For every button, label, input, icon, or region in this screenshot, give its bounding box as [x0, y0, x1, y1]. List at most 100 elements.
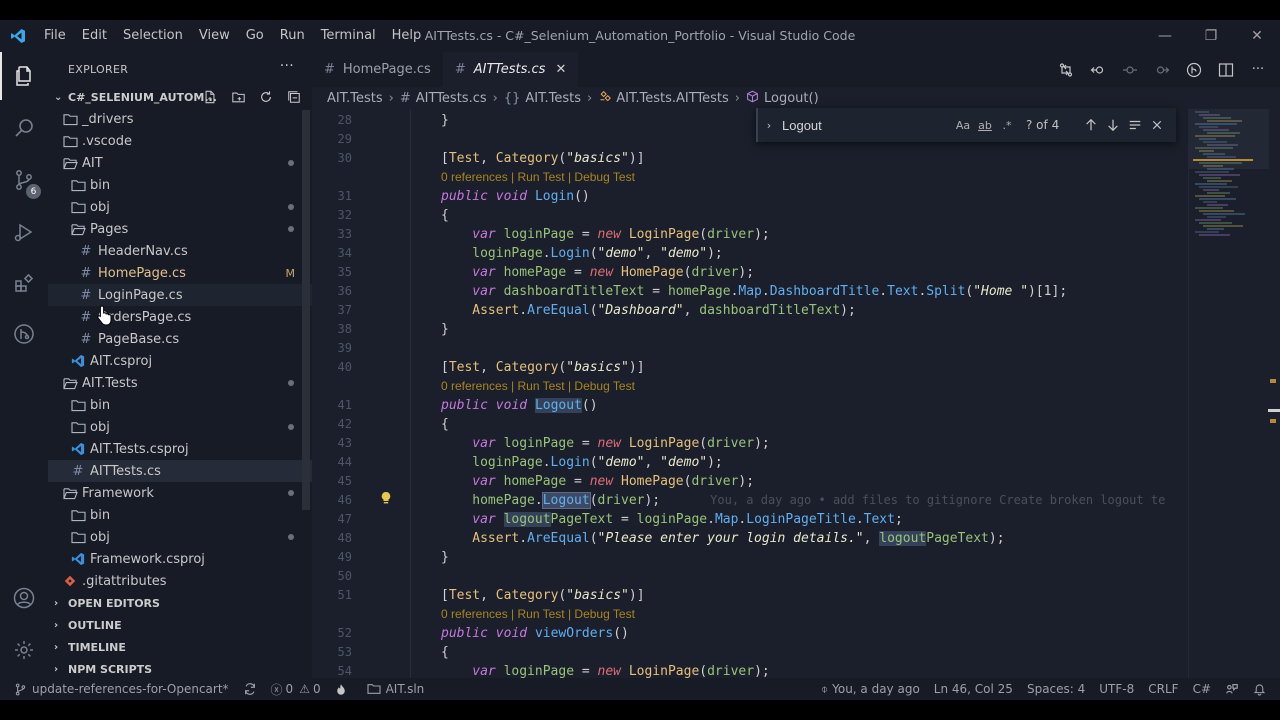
find-input[interactable]	[780, 113, 952, 137]
menu-file[interactable]: File	[36, 20, 74, 52]
go-forward-change-icon[interactable]	[1152, 60, 1172, 80]
use-regex-button[interactable]: .*	[996, 115, 1018, 135]
section-open-editors[interactable]: › OPEN EDITORS	[48, 592, 312, 614]
language-mode[interactable]: C#	[1186, 678, 1218, 700]
section-outline[interactable]: › OUTLINE	[48, 614, 312, 636]
menu-help[interactable]: Help	[384, 20, 430, 52]
restore-button[interactable]: ❐	[1188, 20, 1234, 52]
tree-item[interactable]: # PageBase.cs	[48, 328, 312, 350]
run-debug-icon[interactable]	[0, 208, 48, 256]
explorer-icon[interactable]	[0, 52, 48, 100]
toggle-blame-icon[interactable]	[1184, 60, 1204, 80]
editor-scrollbar[interactable]	[1268, 109, 1280, 678]
tree-item[interactable]: AIT	[48, 152, 312, 174]
branch-indicator[interactable]: update-references-for-Opencart*	[0, 678, 236, 700]
close-window-button[interactable]: ✕	[1234, 20, 1280, 52]
breadcrumb-method[interactable]: Logout()	[764, 91, 819, 106]
compare-changes-icon[interactable]	[1056, 60, 1076, 80]
tab-aittests-cs[interactable]: # AITTests.cs ✕	[442, 52, 579, 87]
menu-selection[interactable]: Selection	[115, 20, 191, 52]
git-blame-indicator[interactable]: ⌽ You, a day ago	[814, 678, 927, 700]
breadcrumb-project[interactable]: AIT.Tests	[327, 91, 383, 106]
tree-item[interactable]: # OrdersPage.cs	[48, 306, 312, 328]
menu-go[interactable]: Go	[238, 20, 272, 52]
problems-indicator[interactable]: ⓧ 0 ⚠ 0	[264, 678, 328, 700]
tree-item[interactable]: # AITTests.cs	[48, 460, 312, 482]
toggle-replace-chevron-icon[interactable]: ›	[758, 119, 780, 132]
code-text: }	[441, 111, 449, 130]
next-match-arrow-down-icon[interactable]	[1102, 115, 1124, 135]
go-back-change-icon[interactable]	[1088, 60, 1108, 80]
minimap[interactable]	[1188, 109, 1280, 678]
tab-homepage-cs[interactable]: # HomePage.cs	[312, 52, 443, 87]
feedback-icon[interactable]	[1218, 678, 1246, 700]
code-editor[interactable]: 28} 29 30 [Test, Category("basics")] 0 refer…	[312, 109, 1280, 679]
close-find-icon[interactable]	[1146, 115, 1168, 135]
end-of-line[interactable]: CRLF	[1141, 678, 1185, 700]
tree-item[interactable]: AIT.Tests.csproj	[48, 438, 312, 460]
more-editor-actions-icon[interactable]: ···	[1248, 60, 1268, 80]
find-in-selection-icon[interactable]	[1124, 115, 1146, 135]
split-editor-icon[interactable]	[1216, 60, 1236, 80]
tree-item[interactable]: # LoginPage.cs	[48, 284, 312, 306]
tree-item[interactable]: bin	[48, 504, 312, 526]
tree-item[interactable]: .gitattributes	[48, 570, 312, 592]
source-control-icon[interactable]: 6	[0, 156, 48, 204]
new-file-icon[interactable]	[200, 88, 220, 106]
tree-item[interactable]: _drivers	[48, 108, 312, 130]
menu-run[interactable]: Run	[272, 20, 313, 52]
tree-item[interactable]: obj	[48, 416, 312, 438]
match-whole-word-button[interactable]: ab	[974, 115, 996, 135]
codelens[interactable]: 0 references | Run Test | Debug Test	[441, 605, 635, 624]
lightbulb-icon[interactable]	[380, 491, 392, 511]
tree-item[interactable]: Framework.csproj	[48, 548, 312, 570]
tree-item[interactable]: # HeaderNav.cs	[48, 240, 312, 262]
notifications-bell-icon[interactable]	[1246, 678, 1280, 700]
title-bar: AITTests.cs - C#_Selenium_Automation_Por…	[0, 20, 1280, 52]
breadcrumb-file[interactable]: AITTests.cs	[416, 91, 487, 106]
settings-gear-icon[interactable]	[0, 626, 48, 674]
tree-item[interactable]: .vscode	[48, 130, 312, 152]
git-graph-icon[interactable]	[0, 310, 48, 358]
section-timeline[interactable]: › TIMELINE	[48, 636, 312, 658]
menu-terminal[interactable]: Terminal	[313, 20, 384, 52]
refresh-icon[interactable]	[256, 88, 276, 106]
section-npm-scripts[interactable]: › NPM SCRIPTS	[48, 658, 312, 680]
tree-item[interactable]: bin	[48, 394, 312, 416]
menu-view[interactable]: View	[191, 20, 238, 52]
tree-item[interactable]: bin	[48, 174, 312, 196]
flame-icon[interactable]	[328, 678, 354, 700]
tree-item[interactable]: AIT.csproj	[48, 350, 312, 372]
close-tab-icon[interactable]: ✕	[555, 62, 566, 77]
solution-indicator[interactable]: AIT.sln	[360, 678, 432, 700]
codelens[interactable]: 0 references | Run Test | Debug Test	[441, 168, 635, 187]
sync-icon[interactable]	[236, 678, 264, 700]
collapse-all-icon[interactable]	[284, 88, 304, 106]
folder-icon	[68, 179, 88, 192]
sidebar-scrollbar[interactable]	[302, 110, 310, 510]
workspace-folder-header[interactable]: ⌄ C#_SELENIUM_AUTOM...	[48, 86, 312, 108]
tree-item[interactable]: AIT.Tests	[48, 372, 312, 394]
tree-item[interactable]: obj	[48, 196, 312, 218]
previous-match-arrow-up-icon[interactable]	[1080, 115, 1102, 135]
breadcrumb-namespace[interactable]: AIT.Tests	[525, 91, 581, 106]
more-actions-icon[interactable]: ···	[280, 58, 294, 74]
current-change-icon[interactable]	[1120, 60, 1140, 80]
account-icon[interactable]	[0, 574, 48, 622]
menu-edit[interactable]: Edit	[74, 20, 115, 52]
new-folder-icon[interactable]	[228, 88, 248, 106]
tree-item[interactable]: obj	[48, 526, 312, 548]
extensions-icon[interactable]	[0, 260, 48, 308]
tree-item[interactable]: Framework	[48, 482, 312, 504]
indentation[interactable]: Spaces: 4	[1020, 678, 1092, 700]
search-icon[interactable]	[0, 104, 48, 152]
breadcrumb-class[interactable]: AIT.Tests.AITTests	[616, 91, 729, 106]
codelens[interactable]: 0 references | Run Test | Debug Test	[441, 377, 635, 396]
match-case-button[interactable]: Aa	[952, 115, 974, 135]
minimize-button[interactable]: —	[1142, 20, 1188, 52]
tree-item[interactable]: # HomePage.cs M	[48, 262, 312, 284]
cursor-position[interactable]: Ln 46, Col 25	[927, 678, 1020, 700]
encoding[interactable]: UTF-8	[1092, 678, 1141, 700]
tree-item[interactable]: Pages	[48, 218, 312, 240]
